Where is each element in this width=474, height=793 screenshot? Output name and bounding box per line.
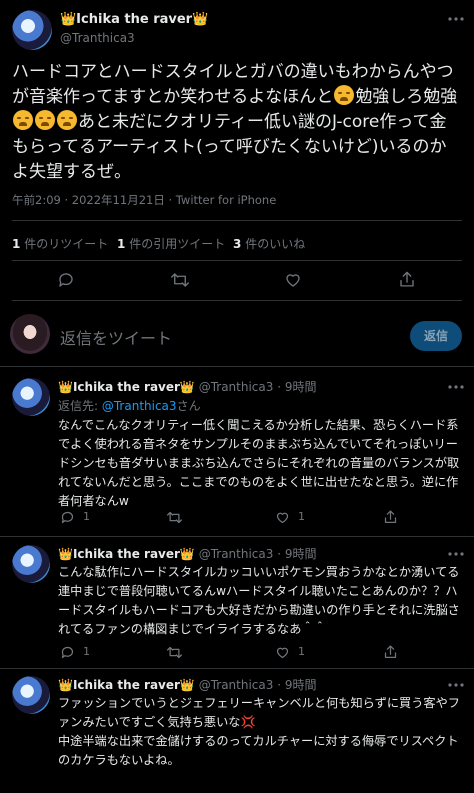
reply-text: ファッションでいうとジェフェリーキャンベルと何も知らずに買う客やファンみたいです… xyxy=(58,694,462,770)
retweets-label: 件のリツイート xyxy=(24,237,109,251)
main-tweet-avatar[interactable] xyxy=(12,10,52,50)
reply-icon[interactable] xyxy=(60,510,75,525)
reply-display-name[interactable]: 👑Ichika the raver👑 xyxy=(58,380,195,394)
reply-header: 👑Ichika the raver👑 @Tranthica3 · 9時間 xyxy=(58,676,317,693)
quotes-stat[interactable]: 1 件の引用ツイート xyxy=(117,235,225,252)
like-icon[interactable] xyxy=(284,271,302,289)
reply-count: 1 xyxy=(83,645,90,658)
divider xyxy=(0,366,474,367)
reply-display-name[interactable]: 👑Ichika the raver👑 xyxy=(58,678,195,692)
divider xyxy=(12,260,462,261)
quotes-label: 件の引用ツイート xyxy=(129,237,226,251)
like-count: 1 xyxy=(298,510,305,523)
reply-icon[interactable] xyxy=(60,645,75,660)
divider xyxy=(12,220,462,221)
likes-stat[interactable]: 3 件のいいね xyxy=(233,235,305,252)
reply-text-line: ファッションでいうとジェフェリーキャンベルと何も知らずに買う客やファンみたいです… xyxy=(58,696,460,729)
reply-avatar[interactable] xyxy=(12,676,50,714)
reply-handle[interactable]: @Tranthica3 xyxy=(199,380,274,394)
reply-input[interactable]: 返信をツイート xyxy=(60,325,390,349)
reply-text: なんでこんなクオリティー低く聞こえるか分析した結果、恐らくハード系でよく使われる… xyxy=(58,418,460,508)
retweets-stat[interactable]: 1 件のリツイート xyxy=(12,235,108,252)
reply-avatar[interactable] xyxy=(12,378,50,416)
divider xyxy=(0,536,474,537)
retweets-count: 1 xyxy=(12,237,21,251)
retweet-icon[interactable] xyxy=(166,510,183,525)
reply-handle[interactable]: @Tranthica3 xyxy=(199,547,274,561)
reply-avatar[interactable] xyxy=(12,545,50,583)
reply-text: こんな駄作にハードスタイルカッコいいポケモン買おうかなとか湧いてる連中まじで普段… xyxy=(58,565,460,636)
reply-count: 1 xyxy=(83,510,90,523)
reply-time[interactable]: · 9時間 xyxy=(277,678,316,692)
huffing-face-emoji-icon xyxy=(35,110,55,130)
reply-button[interactable]: 返信 xyxy=(410,321,462,351)
huffing-face-emoji-icon xyxy=(57,110,77,130)
main-tweet-handle[interactable]: @Tranthica3 xyxy=(60,31,135,45)
main-tweet-text: ハードコアとハードスタイルとガバの違いもわからんやつが音楽作ってますとか笑わせる… xyxy=(12,60,462,185)
divider xyxy=(12,300,462,301)
replying-to-handle[interactable]: @Tranthica3 xyxy=(102,399,177,413)
more-options-icon[interactable] xyxy=(448,682,464,688)
like-icon[interactable] xyxy=(275,645,290,660)
more-options-icon[interactable] xyxy=(448,551,464,557)
reply-time[interactable]: · 9時間 xyxy=(277,380,316,394)
share-icon[interactable] xyxy=(383,644,398,660)
reply-handle[interactable]: @Tranthica3 xyxy=(199,678,274,692)
reply-header: 👑Ichika the raver👑 @Tranthica3 · 9時間 xyxy=(58,378,317,395)
quotes-count: 1 xyxy=(117,237,126,251)
replying-to: 返信先: @Tranthica3さん xyxy=(58,397,201,414)
retweet-icon[interactable] xyxy=(166,645,183,660)
share-icon[interactable] xyxy=(383,509,398,525)
current-user-avatar[interactable] xyxy=(10,314,50,354)
reply-text-line: 中途半端な出来で金儲けするのってカルチャーに対する侮辱でリスペクトのカケラもない… xyxy=(58,734,459,767)
like-icon[interactable] xyxy=(275,510,290,525)
likes-label: 件のいいね xyxy=(245,237,306,251)
reply-header: 👑Ichika the raver👑 @Tranthica3 · 9時間 xyxy=(58,545,317,562)
more-options-icon[interactable] xyxy=(448,384,464,390)
likes-count: 3 xyxy=(233,237,242,251)
main-tweet-display-name[interactable]: 👑Ichika the raver👑 xyxy=(60,12,208,27)
huffing-face-emoji-icon xyxy=(13,110,33,130)
like-count: 1 xyxy=(298,645,305,658)
share-icon[interactable] xyxy=(398,270,416,289)
main-tweet-timestamp[interactable]: 午前2:09 · 2022年11月21日 · Twitter for iPhon… xyxy=(12,192,276,208)
replying-to-prefix: 返信先: xyxy=(58,399,102,413)
reply-time[interactable]: · 9時間 xyxy=(277,547,316,561)
reply-display-name[interactable]: 👑Ichika the raver👑 xyxy=(58,547,195,561)
main-tweet-text-part2: 勉強しろ勉強 xyxy=(355,87,458,107)
retweet-icon[interactable] xyxy=(170,271,190,289)
reply-icon[interactable] xyxy=(57,271,75,289)
main-tweet-text-part3: あと未だにクオリティー低い謎のJ-core作って金もらってるアーティスト(って呼… xyxy=(12,112,447,182)
more-options-icon[interactable] xyxy=(448,16,464,22)
replying-to-suffix: さん xyxy=(176,399,201,413)
divider xyxy=(0,668,474,669)
huffing-face-emoji-icon xyxy=(334,85,355,105)
